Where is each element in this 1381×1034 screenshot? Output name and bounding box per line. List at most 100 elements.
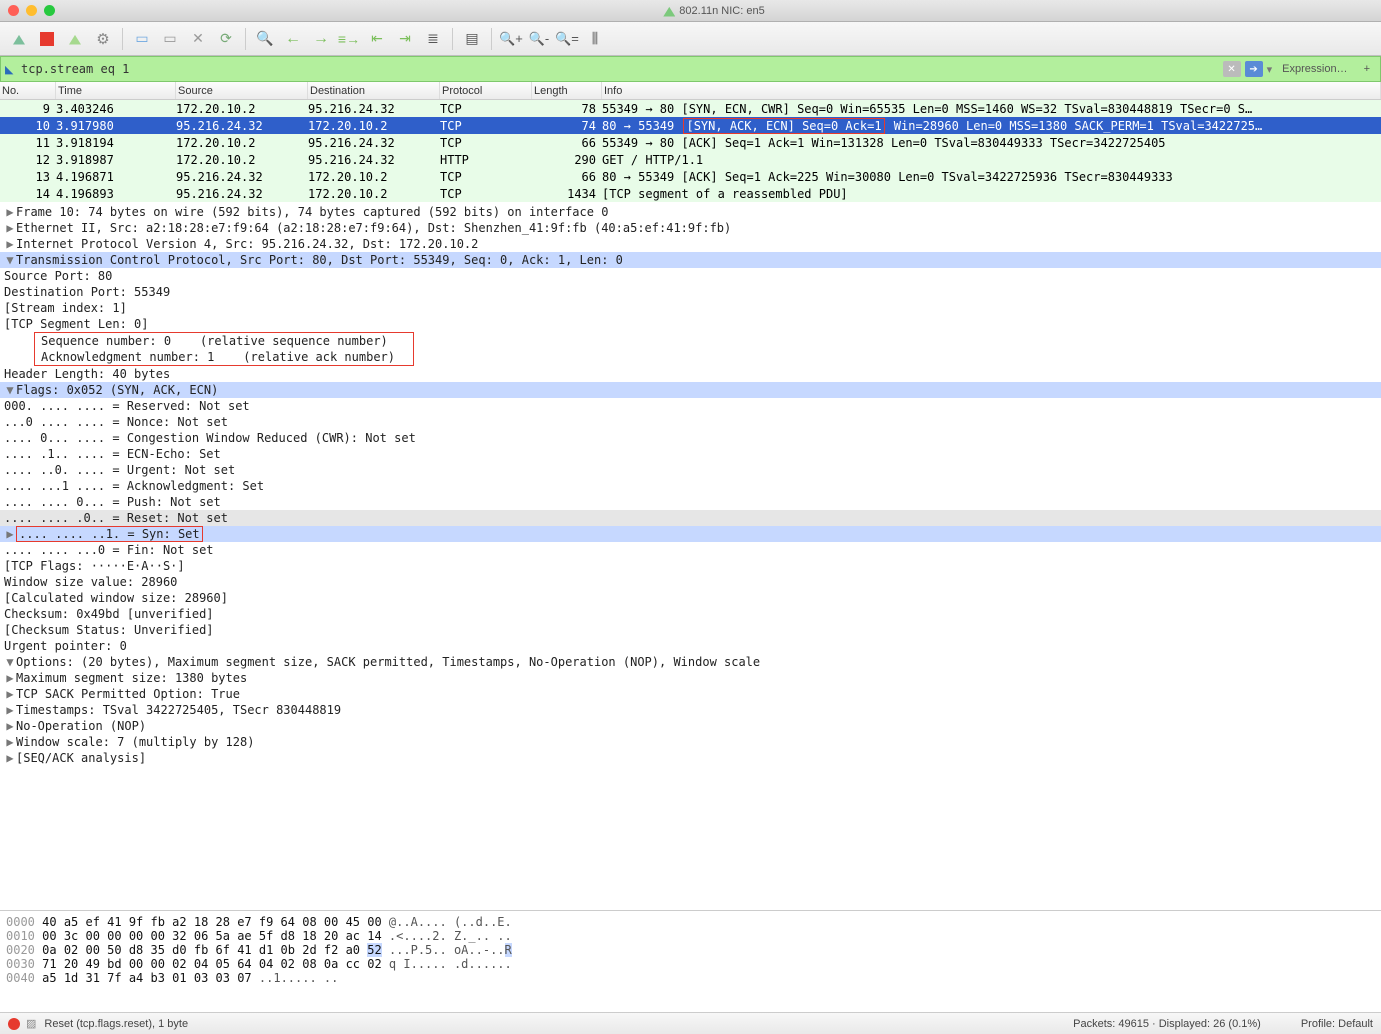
window-title: 802.11n NIC: en5	[55, 5, 1373, 17]
auto-scroll-button[interactable]: ≣	[420, 26, 446, 52]
tcp-segment-len[interactable]: [TCP Segment Len: 0]	[0, 316, 1381, 332]
hex-row[interactable]: 0040 a5 1d 31 7f a4 b3 01 03 03 07 ..1..…	[6, 971, 1375, 985]
opt-window-scale[interactable]: ▶Window scale: 7 (multiply by 128)	[0, 734, 1381, 750]
flag-cwr[interactable]: .... 0... .... = Congestion Window Reduc…	[0, 430, 1381, 446]
close-file-button[interactable]: ✕	[185, 26, 211, 52]
packet-list[interactable]: 93.403246172.20.10.295.216.24.32TCP78553…	[0, 100, 1381, 202]
restart-capture-button[interactable]	[62, 26, 88, 52]
add-filter-button[interactable]: +	[1358, 63, 1376, 75]
tcp-sequence-number[interactable]: Sequence number: 0 (relative sequence nu…	[35, 333, 413, 349]
first-packet-button[interactable]: ⇤	[364, 26, 390, 52]
tree-ip[interactable]: ▶Internet Protocol Version 4, Src: 95.21…	[0, 236, 1381, 252]
col-header-info[interactable]: Info	[602, 82, 1381, 99]
tcp-checksum[interactable]: Checksum: 0x49bd [unverified]	[0, 606, 1381, 622]
clear-filter-button[interactable]: ✕	[1223, 61, 1241, 77]
go-back-button[interactable]: ←	[280, 26, 306, 52]
title-text: 802.11n NIC: en5	[679, 5, 764, 17]
capture-options-button[interactable]: ⚙	[90, 26, 116, 52]
bookmark-icon[interactable]: ◣	[5, 63, 17, 75]
flag-ack[interactable]: .... ...1 .... = Acknowledgment: Set	[0, 478, 1381, 494]
flag-nonce[interactable]: ...0 .... .... = Nonce: Not set	[0, 414, 1381, 430]
col-header-length[interactable]: Length	[532, 82, 602, 99]
stop-capture-button[interactable]	[34, 26, 60, 52]
recent-filters-button[interactable]: ▾	[1267, 63, 1273, 76]
col-header-source[interactable]: Source	[176, 82, 308, 99]
go-to-packet-button[interactable]: ≡→	[336, 26, 362, 52]
status-profile[interactable]: Profile: Default	[1301, 1018, 1373, 1030]
tcp-window-size[interactable]: Window size value: 28960	[0, 574, 1381, 590]
status-packet-counts: Packets: 49615 · Displayed: 26 (0.1%)	[1073, 1018, 1261, 1030]
tcp-checksum-status[interactable]: [Checksum Status: Unverified]	[0, 622, 1381, 638]
go-forward-button[interactable]: →	[308, 26, 334, 52]
display-filter-input[interactable]	[21, 62, 1219, 76]
hex-row[interactable]: 0030 71 20 49 bd 00 00 02 04 05 64 04 02…	[6, 957, 1375, 971]
save-file-button[interactable]: ▭	[157, 26, 183, 52]
apply-filter-button[interactable]: ➔	[1245, 61, 1263, 77]
tcp-header-length[interactable]: Header Length: 40 bytes	[0, 366, 1381, 382]
flag-fin[interactable]: .... .... ...0 = Fin: Not set	[0, 542, 1381, 558]
packet-row[interactable]: 93.403246172.20.10.295.216.24.32TCP78553…	[0, 100, 1381, 117]
flag-reserved[interactable]: 000. .... .... = Reserved: Not set	[0, 398, 1381, 414]
packet-row[interactable]: 144.19689395.216.24.32172.20.10.2TCP1434…	[0, 185, 1381, 202]
expert-info-icon[interactable]	[8, 1018, 20, 1030]
opt-mss[interactable]: ▶Maximum segment size: 1380 bytes	[0, 670, 1381, 686]
col-header-destination[interactable]: Destination	[308, 82, 440, 99]
window-controls	[8, 5, 55, 16]
tcp-dest-port[interactable]: Destination Port: 55349	[0, 284, 1381, 300]
tcp-options[interactable]: ▼Options: (20 bytes), Maximum segment si…	[0, 654, 1381, 670]
tcp-seq-ack-analysis[interactable]: ▶[SEQ/ACK analysis]	[0, 750, 1381, 766]
wireshark-fin-icon	[663, 5, 675, 17]
packet-list-header: No. Time Source Destination Protocol Len…	[0, 82, 1381, 100]
titlebar: 802.11n NIC: en5	[0, 0, 1381, 22]
zoom-icon[interactable]	[44, 5, 55, 16]
zoom-in-button[interactable]: 🔍+	[498, 26, 524, 52]
packet-row[interactable]: 134.19687195.216.24.32172.20.10.2TCP6680…	[0, 168, 1381, 185]
tcp-calc-window[interactable]: [Calculated window size: 28960]	[0, 590, 1381, 606]
opt-sack[interactable]: ▶TCP SACK Permitted Option: True	[0, 686, 1381, 702]
minimize-icon[interactable]	[26, 5, 37, 16]
edit-preferences-icon[interactable]: ▨	[26, 1017, 36, 1030]
flag-urg[interactable]: .... ..0. .... = Urgent: Not set	[0, 462, 1381, 478]
flag-rst[interactable]: .... .... .0.. = Reset: Not set	[0, 510, 1381, 526]
packet-details-pane[interactable]: ▶Frame 10: 74 bytes on wire (592 bits), …	[0, 202, 1381, 910]
close-icon[interactable]	[8, 5, 19, 16]
tcp-stream-index[interactable]: [Stream index: 1]	[0, 300, 1381, 316]
flag-psh[interactable]: .... .... 0... = Push: Not set	[0, 494, 1381, 510]
packet-row[interactable]: 113.918194172.20.10.295.216.24.32TCP6655…	[0, 134, 1381, 151]
expression-button[interactable]: Expression…	[1276, 63, 1353, 75]
resize-columns-button[interactable]: ⫼	[582, 26, 608, 52]
tree-ethernet[interactable]: ▶Ethernet II, Src: a2:18:28:e7:f9:64 (a2…	[0, 220, 1381, 236]
tree-tcp[interactable]: ▼Transmission Control Protocol, Src Port…	[0, 252, 1381, 268]
col-header-time[interactable]: Time	[56, 82, 176, 99]
open-file-button[interactable]: ▭	[129, 26, 155, 52]
packet-row[interactable]: 123.918987172.20.10.295.216.24.32HTTP290…	[0, 151, 1381, 168]
opt-timestamps[interactable]: ▶Timestamps: TSval 3422725405, TSecr 830…	[0, 702, 1381, 718]
reload-button[interactable]: ⟳	[213, 26, 239, 52]
tcp-ack-number[interactable]: Acknowledgment number: 1 (relative ack n…	[35, 349, 413, 365]
last-packet-button[interactable]: ⇥	[392, 26, 418, 52]
flag-syn[interactable]: ▶.... .... ..1. = Syn: Set	[0, 526, 1381, 542]
packet-bytes-pane[interactable]: 0000 40 a5 ef 41 9f fb a2 18 28 e7 f9 64…	[0, 910, 1381, 1012]
tcp-flags[interactable]: ▼Flags: 0x052 (SYN, ACK, ECN)	[0, 382, 1381, 398]
flag-ece[interactable]: .... .1.. .... = ECN-Echo: Set	[0, 446, 1381, 462]
status-field-info: Reset (tcp.flags.reset), 1 byte	[44, 1018, 188, 1030]
tcp-flags-string[interactable]: [TCP Flags: ·····E·A··S·]	[0, 558, 1381, 574]
tree-frame[interactable]: ▶Frame 10: 74 bytes on wire (592 bits), …	[0, 204, 1381, 220]
tcp-source-port[interactable]: Source Port: 80	[0, 268, 1381, 284]
annotation-seq-ack-box: Sequence number: 0 (relative sequence nu…	[34, 332, 414, 366]
hex-row[interactable]: 0000 40 a5 ef 41 9f fb a2 18 28 e7 f9 64…	[6, 915, 1375, 929]
status-bar: ▨ Reset (tcp.flags.reset), 1 byte Packet…	[0, 1012, 1381, 1034]
hex-row[interactable]: 0010 00 3c 00 00 00 00 32 06 5a ae 5f d8…	[6, 929, 1375, 943]
col-header-no[interactable]: No.	[0, 82, 56, 99]
packet-row[interactable]: 103.91798095.216.24.32172.20.10.2TCP7480…	[0, 117, 1381, 134]
col-header-protocol[interactable]: Protocol	[440, 82, 532, 99]
opt-nop[interactable]: ▶No-Operation (NOP)	[0, 718, 1381, 734]
colorize-button[interactable]: ▤	[459, 26, 485, 52]
zoom-out-button[interactable]: 🔍-	[526, 26, 552, 52]
hex-row[interactable]: 0020 0a 02 00 50 d8 35 d0 fb 6f 41 d1 0b…	[6, 943, 1375, 957]
display-filter-bar: ◣ ✕ ➔ ▾ Expression… +	[0, 56, 1381, 82]
start-capture-button[interactable]	[6, 26, 32, 52]
zoom-reset-button[interactable]: 🔍=	[554, 26, 580, 52]
tcp-urgent-pointer[interactable]: Urgent pointer: 0	[0, 638, 1381, 654]
find-packet-button[interactable]: 🔍	[252, 26, 278, 52]
